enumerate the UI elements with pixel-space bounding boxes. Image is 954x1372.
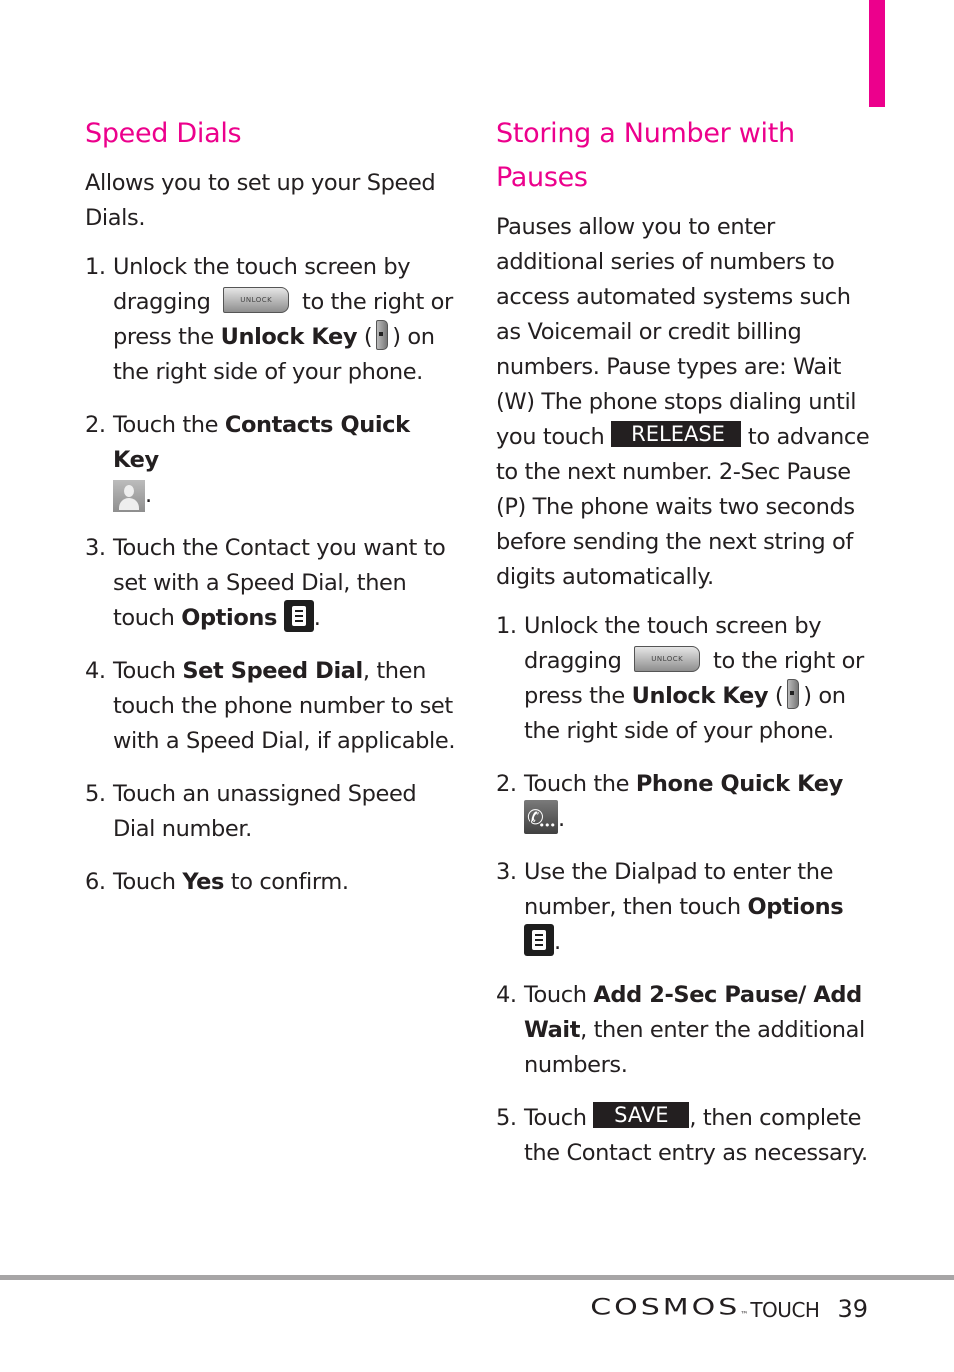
- step-text: Touch the Contact you want to set with a…: [113, 535, 446, 631]
- step-text: (: [363, 324, 373, 350]
- step-item: 2. Touch the Phone Quick Key ✆ •••.: [496, 767, 871, 837]
- save-softkey: SAVE: [593, 1102, 690, 1128]
- unlock-slider-icon: UNLOCK: [634, 645, 701, 672]
- step-text: Touch the: [113, 412, 219, 438]
- unlock-slider-icon: UNLOCK: [223, 286, 290, 313]
- step-item: 1. Unlock the touch screen by dragging U…: [85, 250, 460, 390]
- step-text: .: [558, 806, 565, 832]
- page-footer: COSMOS ™ TOUCH 39: [590, 1290, 868, 1325]
- unlock-key-icon: [376, 319, 389, 350]
- step-number: 6.: [85, 869, 106, 895]
- step-bold-text: Phone Quick Key: [635, 771, 843, 797]
- speed-dials-heading: Speed Dials: [85, 118, 242, 149]
- step-bold-text: Options: [181, 605, 278, 631]
- step-text: Touch: [113, 869, 176, 895]
- step-number: 3.: [85, 535, 106, 561]
- step-number: 4.: [496, 982, 517, 1008]
- step-bold-text: Options: [747, 894, 844, 920]
- release-softkey: RELEASE: [611, 421, 742, 447]
- phone-icon: ✆ •••: [524, 799, 558, 834]
- contacts-icon: [113, 479, 145, 512]
- options-menu-icon: [524, 923, 554, 956]
- step-text: (: [774, 683, 784, 709]
- step-number: 5.: [496, 1105, 517, 1131]
- storing-pauses-steps: 1. Unlock the touch screen by dragging U…: [496, 609, 871, 1171]
- step-item: 3. Use the Dialpad to enter the number, …: [496, 855, 871, 960]
- step-bold-text: Set Speed Dial: [182, 658, 363, 684]
- step-item: 3. Touch the Contact you want to set wit…: [85, 531, 460, 636]
- options-menu-icon: [283, 599, 314, 632]
- step-item: 5. Touch SAVE, then complete the Contact…: [496, 1101, 871, 1171]
- step-number: 2.: [85, 412, 106, 438]
- storing-pauses-intro: Pauses allow you to enter additional ser…: [496, 210, 871, 595]
- step-text: .: [145, 482, 152, 508]
- brand-logo: COSMOS: [590, 1294, 741, 1321]
- storing-pauses-heading: Storing a Number with Pauses: [496, 118, 795, 193]
- step-bold-text: Unlock Key: [631, 683, 769, 709]
- step-text: Touch: [113, 658, 176, 684]
- step-text: Touch: [524, 1105, 587, 1131]
- step-number: 4.: [85, 658, 106, 684]
- step-text: Touch an unassigned Speed Dial number.: [113, 781, 417, 842]
- step-number: 1.: [85, 254, 106, 280]
- step-text: .: [554, 929, 561, 955]
- trademark-mark: ™: [740, 1310, 749, 1319]
- speed-dials-steps: 1. Unlock the touch screen by dragging U…: [85, 250, 460, 900]
- speed-dials-intro: Allows you to set up your Speed Dials.: [85, 170, 436, 231]
- step-number: 3.: [496, 859, 517, 885]
- step-item: 4. Touch Add 2-Sec Pause/ Add Wait, then…: [496, 978, 871, 1083]
- step-bold-text: Yes: [182, 869, 225, 895]
- intro-text: Pauses allow you to enter additional ser…: [496, 214, 857, 450]
- step-text: to confirm.: [230, 869, 349, 895]
- storing-pauses-section: Storing a Number with Pauses Pauses allo…: [496, 112, 871, 1189]
- step-number: 2.: [496, 771, 517, 797]
- unlock-key-icon: [787, 678, 800, 709]
- step-item: 5. Touch an unassigned Speed Dial number…: [85, 777, 460, 847]
- step-item: 4. Touch Set Speed Dial, then touch the …: [85, 654, 460, 759]
- step-item: 6. Touch Yes to confirm.: [85, 865, 460, 900]
- section-tab-marker: [869, 0, 885, 107]
- step-text: Touch: [524, 982, 587, 1008]
- page-number: 39: [837, 1295, 868, 1323]
- step-number: 5.: [85, 781, 106, 807]
- footer-rule: [0, 1275, 954, 1280]
- step-number: 1.: [496, 613, 517, 639]
- step-text: Touch the: [524, 771, 630, 797]
- model-name: TOUCH: [750, 1298, 820, 1322]
- speed-dials-section: Speed Dials Allows you to set up your Sp…: [85, 112, 460, 918]
- step-text: .: [313, 605, 321, 631]
- step-item: 2. Touch the Contacts Quick Key .: [85, 408, 460, 513]
- step-bold-text: Unlock Key: [220, 324, 358, 350]
- step-item: 1. Unlock the touch screen by dragging U…: [496, 609, 871, 749]
